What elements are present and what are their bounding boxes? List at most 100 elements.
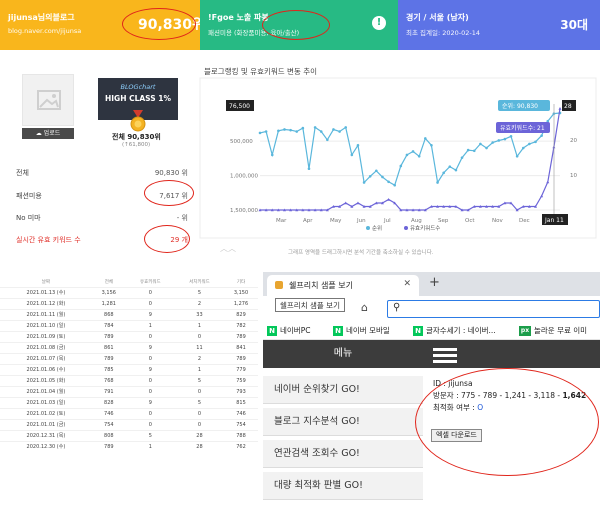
new-tab-plus-icon[interactable]: + (429, 275, 440, 290)
x-tick-label: May (330, 218, 342, 224)
bookmark-naver-pc[interactable]: N 네이버PC (267, 325, 310, 336)
blog-url[interactable]: blog.naver.com/jijunsa (8, 27, 81, 35)
bookmark-free-image[interactable]: px 놀라운 무료 이미 (519, 325, 587, 336)
table-cell: 28 (174, 440, 224, 452)
rank-trend-chart[interactable]: 500,000 1,000,000 1,500,000 10 20 Mar Apr May Ju… (198, 76, 598, 241)
table-row: 2020.12.31 (목) 808 5 28 788 (0, 429, 258, 441)
table-cell: 754 (91, 418, 126, 430)
tab-sample[interactable]: 쉘프리치 샘플 보기 ✕ (267, 275, 419, 296)
table-cell: 808 (91, 429, 126, 441)
rank-point (424, 137, 427, 140)
table-cell: 762 (224, 440, 258, 452)
table-cell: 841 (224, 341, 258, 353)
rank-point (289, 128, 292, 132)
legend-marker (366, 226, 370, 230)
highlight-ellipse (262, 10, 330, 40)
table-cell: 1 (174, 319, 224, 331)
table-cell: 5 (174, 374, 224, 386)
keyword-point (558, 107, 562, 110)
table-cell: 779 (224, 363, 258, 375)
close-icon[interactable]: ✕ (403, 279, 411, 289)
table-cell: 785 (91, 363, 126, 375)
table-cell: 1,281 (91, 297, 126, 309)
table-cell: 1,276 (224, 297, 258, 309)
table-row: 2021.01.09 (토) 789 0 0 789 (0, 330, 258, 342)
table-cell: 9 (125, 396, 175, 408)
table-cell: 9 (125, 308, 175, 320)
table-row: 2021.01.06 (수) 785 9 1 779 (0, 363, 258, 375)
y-right-tick-label: 20 (570, 138, 577, 144)
menu-item-bulk-optim[interactable]: 대량 최적화 판별 GO! (263, 472, 423, 500)
blog-name: jijunsa님의블로그 (8, 13, 75, 22)
rank-point (356, 143, 360, 147)
table-cell: 0 (125, 286, 175, 298)
region-title: 경기 / 서울 (남자) (406, 13, 469, 22)
menu-item-related-search[interactable]: 연관검색 조회수 GO! (263, 440, 423, 468)
table-cell: 782 (224, 319, 258, 331)
rank-point (399, 164, 403, 168)
menu-item-blog-index[interactable]: 블로그 지수분석 GO! (263, 408, 423, 436)
rank-change: (↑61,800) (122, 142, 151, 148)
hamburger-menu-icon[interactable] (433, 348, 457, 363)
y-right-tick-label: 10 (570, 173, 577, 179)
table-cell: 754 (224, 418, 258, 430)
rank-point (509, 135, 513, 138)
rank-point (485, 146, 488, 150)
pixabay-icon: px (519, 326, 531, 336)
x-tick-label: Jun (356, 218, 366, 224)
table-cell: 0 (125, 297, 175, 309)
stat-row-sub: No 미마 - 위 (16, 214, 188, 222)
table-cell: 768 (91, 374, 126, 386)
rank-point (258, 131, 262, 135)
x-tick-label: Dec (519, 218, 530, 224)
rank-point (301, 126, 305, 130)
overall-rank-label: 전체 90,830위 (112, 133, 161, 141)
tab-tooltip: 쉘프리치 샘플 보기 (275, 298, 345, 312)
rank-point (497, 139, 501, 142)
rank-point (338, 130, 341, 133)
hover-keyword-label: 유효키워드수: 21 (500, 124, 545, 132)
rank-point (319, 130, 323, 133)
address-bar-input[interactable]: ⚲ (387, 300, 600, 318)
rank-point (405, 153, 409, 157)
badge-class: HIGH CLASS 1% (104, 94, 171, 103)
rank-point (344, 126, 348, 129)
table-cell: 2020.12.30 (수) (0, 440, 92, 452)
rank-point (436, 181, 439, 184)
table-row: 2021.01.05 (화) 768 0 5 759 (0, 374, 258, 386)
table-cell: 0 (125, 374, 175, 386)
table-cell: 789 (91, 330, 126, 342)
rank-point (313, 126, 317, 129)
exposure-card: !Fgoe 노출 파봉 패션미용 (화장품미용, 육아/출산) ! (200, 0, 398, 50)
table-cell: 2 (174, 297, 224, 309)
blog-name-card: jijunsa님의블로그 blog.naver.com/jijunsa 90,8… (0, 0, 205, 50)
table-cell: 791 (91, 385, 126, 397)
hover-date-label: Jan 11 (544, 217, 564, 224)
table-cell: 9 (125, 363, 175, 375)
rank-point (277, 129, 280, 133)
table-cell: 2021.01.02 (토) (0, 407, 92, 419)
rank-point (521, 146, 525, 150)
menu-item-rank-finder[interactable]: 네이버 순위찾기 GO! (263, 376, 423, 404)
table-cell: 0 (125, 352, 175, 364)
x-tick-label: Mar (276, 218, 287, 224)
table-cell: 2021.01.13 (수) (0, 286, 92, 298)
table-cell: 2021.01.11 (월) (0, 308, 92, 320)
table-cell: 2020.12.31 (목) (0, 429, 92, 441)
table-cell: 789 (224, 330, 258, 342)
home-icon[interactable]: ⌂ (361, 301, 368, 314)
legend-label: 유효키워드수 (410, 224, 440, 232)
highlight-ellipse (122, 8, 196, 40)
alert-icon[interactable]: ! (372, 16, 386, 30)
badge-brand: BLOGchart (120, 83, 156, 91)
table-cell: 746 (91, 407, 126, 419)
table-cell: 2 (174, 352, 224, 364)
trend-chart-panel: 블로그랭킹 및 유효키워드 변동 추이 500,000 1,000,000 1,50… (198, 58, 598, 258)
table-cell: 5 (174, 286, 224, 298)
upload-button[interactable]: ☁ 업로드 (22, 128, 74, 139)
x-tick-label: Jul (383, 218, 391, 224)
x-tick-label: Oct (465, 218, 475, 224)
bookmark-naver-mobile[interactable]: N 네이버 모바일 (333, 325, 390, 336)
bookmark-char-count[interactable]: N 글자수세기 : 네이버... (413, 325, 496, 336)
table-cell: 829 (224, 308, 258, 320)
